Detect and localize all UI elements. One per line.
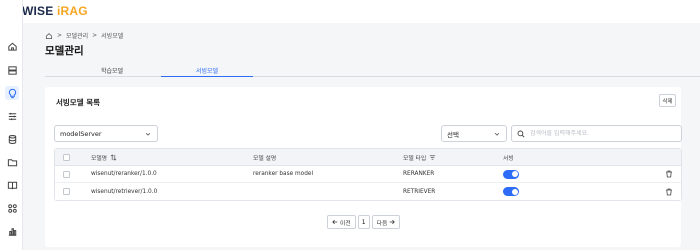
delete-button[interactable]: 삭제	[659, 94, 676, 107]
search-box	[511, 125, 682, 142]
prev-page-label: 이전	[340, 220, 351, 227]
search-input[interactable]	[530, 130, 670, 137]
model-server-select-value: modelServer	[60, 129, 102, 138]
arrow-right-icon	[390, 219, 396, 225]
sidebar-item-folder[interactable]	[5, 155, 19, 169]
tab-bar: 학습모델 서빙모델	[45, 64, 700, 77]
top-bar: WISE iRAG	[0, 0, 700, 23]
sidebar-item-grid[interactable]	[5, 201, 19, 215]
breadcrumb-separator: >	[92, 32, 98, 39]
filter-icon[interactable]	[429, 154, 436, 161]
app-logo[interactable]: WISE iRAG	[22, 4, 88, 18]
header-serving: 서빙	[503, 155, 514, 162]
breadcrumb: > 모델관리 > 서빙모델	[45, 31, 123, 40]
logo-main-text: WISE	[22, 4, 58, 18]
breadcrumb-item-serving-model: 서빙모델	[101, 33, 124, 40]
trash-icon[interactable]	[665, 170, 673, 178]
trash-icon[interactable]	[665, 188, 673, 196]
header-model-name[interactable]: 모델명	[91, 149, 117, 165]
serving-model-table: 모델명 모델 설명 모델 타입 서빙 wisenut/reranker/1.0.…	[54, 148, 682, 201]
search-icon	[517, 130, 525, 138]
tab-serving-model[interactable]: 서빙모델	[161, 64, 253, 77]
serving-toggle[interactable]	[503, 169, 519, 179]
breadcrumb-separator: >	[57, 32, 63, 39]
serving-model-card: 서빙모델 목록 삭제 modelServer 선택 모델명 모델 설명	[45, 87, 682, 247]
book-icon	[7, 181, 17, 189]
header-model-desc: 모델 설명	[253, 155, 277, 162]
folder-icon	[7, 158, 17, 166]
chevron-down-icon	[494, 132, 500, 136]
row-checkbox[interactable]	[63, 170, 70, 178]
sidebar-item-model[interactable]	[5, 86, 19, 100]
cell-model-desc: reranker base model	[253, 171, 314, 177]
select-all-checkbox[interactable]	[63, 153, 70, 161]
cell-model-type: RERANKER	[403, 171, 435, 177]
lightbulb-icon	[8, 88, 16, 98]
header-model-name-label: 모델명	[91, 155, 107, 162]
next-page-button[interactable]: 다음	[371, 215, 401, 229]
database-icon	[8, 134, 16, 144]
main-content: > 모델관리 > 서빙모델 모델관리 학습모델 서빙모델 서빙모델 목록 삭제 …	[23, 23, 700, 250]
breadcrumb-item-model-management[interactable]: 모델관리	[66, 31, 88, 40]
server-icon	[7, 65, 17, 75]
chevron-down-icon	[145, 132, 151, 136]
table-row: wisenut/retriever/1.0.0 RETRIEVER	[55, 183, 681, 200]
sidebar-item-database[interactable]	[5, 132, 19, 146]
page-number-current[interactable]: 1	[357, 215, 370, 229]
row-checkbox[interactable]	[63, 188, 70, 195]
model-server-select[interactable]: modelServer	[54, 125, 158, 142]
page-title: 모델관리	[45, 45, 84, 57]
tab-training-model[interactable]: 학습모델	[66, 64, 158, 77]
next-page-label: 다음	[376, 220, 388, 227]
sort-icon[interactable]	[110, 153, 117, 161]
chart-icon	[8, 227, 16, 236]
header-model-type-label: 모델 타입	[403, 155, 427, 162]
sidebar-item-settings[interactable]	[5, 109, 19, 123]
table-row: wisenut/reranker/1.0.0 reranker base mod…	[55, 166, 681, 183]
sliders-icon	[8, 112, 16, 120]
logo-accent-text: iRAG	[57, 4, 88, 18]
sidebar-item-home[interactable]	[5, 39, 19, 53]
cell-model-name: wisenut/reranker/1.0.0	[91, 171, 157, 177]
sidebar-item-chart[interactable]	[5, 224, 19, 238]
serving-toggle[interactable]	[503, 187, 519, 196]
header-model-type: 모델 타입	[403, 149, 436, 165]
sidebar-item-book[interactable]	[5, 178, 19, 192]
home-icon[interactable]	[45, 32, 53, 40]
cell-model-type: RETRIEVER	[403, 188, 436, 195]
arrow-left-icon	[332, 219, 338, 225]
card-title: 서빙모델 목록	[56, 98, 101, 107]
sidebar-item-server[interactable]	[5, 63, 19, 77]
table-header: 모델명 모델 설명 모델 타입 서빙	[55, 149, 681, 166]
cell-model-name: wisenut/retriever/1.0.0	[91, 188, 158, 195]
grid-icon	[7, 203, 17, 213]
filter-select-value: 선택	[447, 130, 459, 139]
pagination: 이전 1 다음	[327, 215, 401, 229]
prev-page-button[interactable]: 이전	[327, 215, 356, 229]
filter-select[interactable]: 선택	[441, 125, 507, 142]
home-icon	[7, 42, 17, 51]
sidebar	[0, 0, 23, 250]
